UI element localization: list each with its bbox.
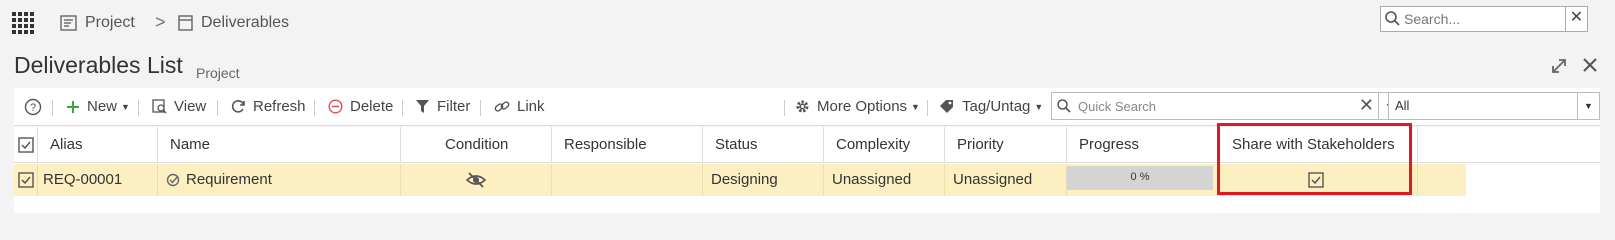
cell-priority: Unassigned — [945, 164, 1067, 196]
column-header-condition[interactable]: Condition — [401, 127, 552, 163]
checkbox-icon — [18, 172, 34, 188]
page-title: Deliverables List — [14, 52, 183, 78]
cell-condition — [401, 164, 552, 196]
filter-icon — [416, 100, 429, 113]
tag-icon — [940, 100, 953, 113]
column-header-name[interactable]: Name — [158, 127, 401, 163]
filter-button[interactable]: Filter — [415, 98, 470, 115]
cell-complexity: Unassigned — [824, 164, 945, 196]
toolbar: ? New ▼ View Refresh Delete Filter Link … — [14, 88, 1600, 126]
view-icon — [152, 99, 167, 114]
app-grid-icon[interactable] — [12, 12, 34, 34]
expand-icon[interactable] — [1550, 57, 1568, 75]
row-checkbox[interactable] — [14, 164, 38, 196]
checkbox-icon — [18, 137, 34, 153]
help-icon[interactable]: ? — [24, 98, 42, 116]
top-bar: Project > Deliverables ✕ — [0, 0, 1615, 46]
chevron-down-icon[interactable]: ▼ — [1577, 93, 1599, 119]
chevron-down-icon: ▼ — [121, 101, 130, 112]
search-icon — [1385, 11, 1400, 26]
highlight-box — [1217, 123, 1412, 195]
select-all-checkbox[interactable] — [14, 127, 38, 163]
link-button[interactable]: Link — [494, 98, 545, 115]
breadcrumb-deliverables[interactable]: Deliverables — [178, 14, 289, 32]
global-search[interactable]: ✕ — [1380, 6, 1588, 32]
filter-label: Filter — [437, 98, 471, 115]
cell-name[interactable]: Requirement — [158, 164, 401, 196]
cell-name-label: Requirement — [186, 171, 272, 188]
progress-bar: 0 % — [1067, 166, 1213, 190]
more-options-button[interactable]: More Options ▼ — [795, 98, 920, 115]
scope-select[interactable]: All ▼ — [1388, 92, 1600, 120]
deliverables-icon — [178, 15, 193, 31]
close-icon[interactable] — [1581, 56, 1599, 74]
chevron-down-icon: ▼ — [911, 101, 920, 112]
cell-progress: 0 % — [1067, 164, 1218, 196]
hidden-eye-icon — [465, 172, 487, 188]
page-subtitle: Project — [196, 65, 240, 81]
breadcrumb-project[interactable]: Project — [60, 14, 135, 32]
quick-search[interactable]: Quick Search ✕ ▼ — [1051, 92, 1401, 120]
tag-untag-label: Tag/Untag — [962, 98, 1031, 115]
scope-select-value: All — [1395, 98, 1410, 113]
column-header-progress[interactable]: Progress — [1067, 127, 1218, 163]
refresh-button[interactable]: Refresh — [231, 98, 306, 115]
quick-search-input[interactable]: Quick Search — [1078, 99, 1156, 114]
link-label: Link — [517, 98, 545, 115]
new-button[interactable]: New ▼ — [66, 98, 130, 115]
search-icon — [1057, 99, 1071, 113]
link-icon — [494, 101, 510, 112]
svg-text:?: ? — [30, 102, 36, 114]
tag-untag-button[interactable]: Tag/Untag ▼ — [939, 98, 1043, 115]
breadcrumb-project-label: Project — [85, 14, 135, 31]
global-search-input[interactable] — [1404, 8, 1580, 30]
refresh-label: Refresh — [253, 98, 306, 115]
column-header-status[interactable]: Status — [703, 127, 824, 163]
new-label: New — [87, 98, 118, 115]
column-header-responsible[interactable]: Responsible — [552, 127, 703, 163]
chevron-down-icon: ▼ — [1034, 101, 1044, 112]
column-header-complexity[interactable]: Complexity — [824, 127, 945, 163]
breadcrumb-deliverables-label: Deliverables — [201, 14, 290, 31]
requirement-icon — [166, 173, 180, 187]
cell-alias: REQ-00001 — [38, 164, 158, 196]
plus-icon — [67, 100, 79, 113]
cell-responsible — [552, 164, 703, 196]
gear-icon — [796, 100, 809, 113]
breadcrumb-separator: > — [155, 12, 166, 32]
cell-status: Designing — [703, 164, 824, 196]
view-label: View — [174, 98, 207, 115]
column-header-alias[interactable]: Alias — [38, 127, 158, 163]
delete-button[interactable]: Delete — [328, 98, 393, 115]
more-options-label: More Options — [817, 98, 908, 115]
delete-label: Delete — [350, 98, 394, 115]
refresh-icon — [231, 100, 245, 113]
project-icon — [60, 15, 77, 31]
column-header-priority[interactable]: Priority — [945, 127, 1067, 163]
delete-icon — [328, 99, 343, 114]
view-button[interactable]: View — [152, 98, 206, 115]
quick-search-clear-icon[interactable]: ✕ — [1359, 95, 1374, 116]
global-search-clear-icon[interactable]: ✕ — [1565, 7, 1587, 31]
